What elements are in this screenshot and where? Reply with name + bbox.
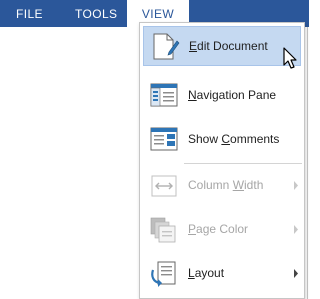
menu-item-edit-document[interactable]: Edit Document xyxy=(143,26,301,66)
menu-item-label: Page Color xyxy=(188,222,249,236)
menu-item-label: Navigation Pane xyxy=(188,88,277,102)
tab-file[interactable]: FILE xyxy=(0,0,59,27)
menu-item-label: Show Comments xyxy=(188,132,280,146)
menu-item-label: Layout xyxy=(188,266,225,280)
edit-document-icon xyxy=(153,33,180,60)
menu-item-column-width[interactable]: Column Width xyxy=(143,166,301,206)
menu-item-navigation-pane[interactable]: Navigation Pane xyxy=(143,76,301,116)
menu-item-show-comments[interactable]: Show Comments xyxy=(143,120,301,160)
page-color-icon xyxy=(150,217,176,243)
submenu-arrow-icon xyxy=(294,181,298,190)
mouse-pointer-icon xyxy=(283,47,297,69)
menu-item-label: Edit Document xyxy=(189,39,268,53)
menu-separator xyxy=(184,163,302,164)
submenu-arrow-icon xyxy=(294,225,298,234)
show-comments-icon xyxy=(150,127,178,151)
menu-item-page-color[interactable]: Page Color xyxy=(143,210,301,250)
document-edge xyxy=(307,27,308,299)
view-menu: Edit Document Navigation Pane Show Comme xyxy=(139,22,305,299)
column-width-icon xyxy=(151,175,177,197)
navigation-pane-icon xyxy=(150,83,178,107)
menu-item-label: Column Width xyxy=(188,178,264,192)
layout-icon xyxy=(151,261,176,287)
submenu-arrow-icon xyxy=(294,269,298,278)
menu-item-layout[interactable]: Layout xyxy=(143,254,301,294)
tab-tools[interactable]: TOOLS xyxy=(75,0,117,27)
